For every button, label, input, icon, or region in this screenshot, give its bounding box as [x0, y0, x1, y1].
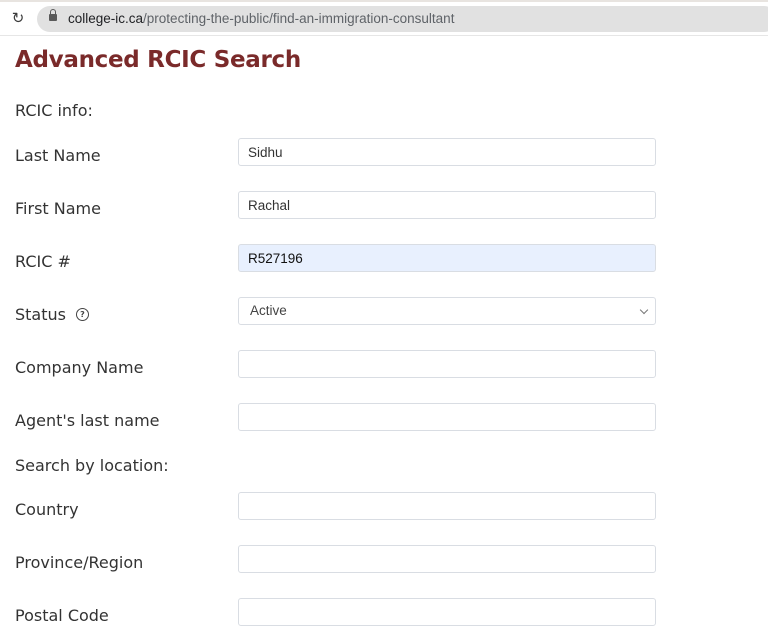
company-name-input[interactable]: [238, 350, 656, 378]
agent-last-name-input[interactable]: [238, 403, 656, 431]
page-title: Advanced RCIC Search: [15, 47, 301, 73]
status-label-row: Status ?: [15, 305, 89, 324]
address-bar[interactable]: college-ic.ca/protecting-the-public/find…: [37, 6, 768, 32]
section-location: Search by location:: [15, 456, 169, 475]
first-name-label: First Name: [15, 199, 101, 218]
rcic-number-label: RCIC #: [15, 252, 71, 271]
rcic-number-input[interactable]: [238, 244, 656, 272]
url-path: /protecting-the-public/find-an-immigrati…: [143, 11, 455, 26]
lock-icon: [49, 9, 57, 21]
chevron-down-icon: [639, 305, 649, 315]
postal-code-label: Postal Code: [15, 606, 109, 625]
country-input[interactable]: [238, 492, 656, 520]
reload-icon[interactable]: ↻: [9, 8, 27, 28]
status-label: Status: [15, 305, 66, 324]
help-circle-icon[interactable]: ?: [75, 308, 89, 321]
province-label: Province/Region: [15, 553, 144, 572]
status-select[interactable]: Active: [238, 297, 656, 325]
country-label: Country: [15, 500, 79, 519]
postal-code-input[interactable]: [238, 598, 656, 626]
first-name-input[interactable]: [238, 191, 656, 219]
url-host: college-ic.ca: [68, 11, 144, 26]
browser-toolbar: ↻ college-ic.ca/protecting-the-public/fi…: [0, 0, 768, 36]
section-rcic-info: RCIC info:: [15, 101, 93, 120]
province-input[interactable]: [238, 545, 656, 573]
status-selected-value: Active: [250, 303, 287, 318]
last-name-input[interactable]: [238, 138, 656, 166]
last-name-label: Last Name: [15, 146, 101, 165]
company-name-label: Company Name: [15, 358, 144, 377]
agent-last-name-label: Agent's last name: [15, 411, 160, 430]
url-text[interactable]: college-ic.ca/protecting-the-public/find…: [68, 10, 454, 28]
